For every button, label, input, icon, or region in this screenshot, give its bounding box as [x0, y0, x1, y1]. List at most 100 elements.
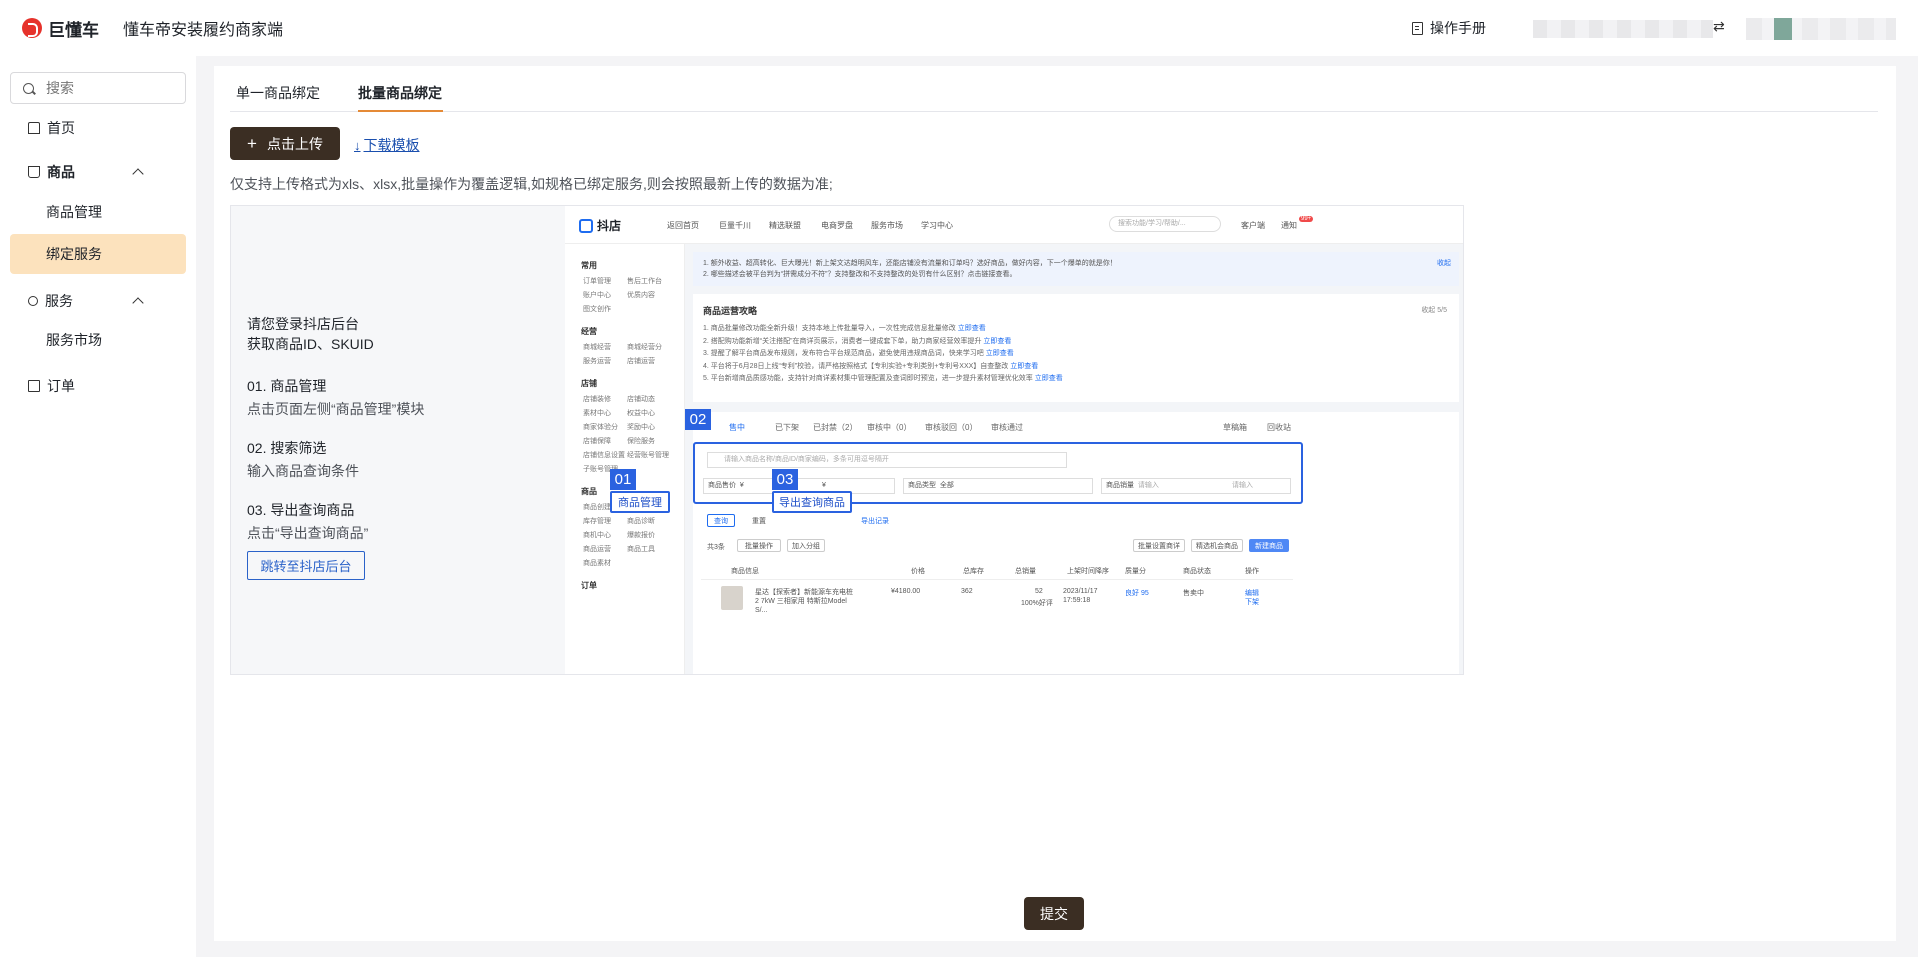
shot-panel-line: 1. 商品批量修改功能全新升级！支持本地上传批量导入，一次性完成信息批量修改 立…	[703, 323, 1449, 336]
shot-th: 操作	[1245, 568, 1259, 575]
shot-group-button: 加入分组	[787, 539, 825, 552]
sidebar-item-orders[interactable]: 订单	[28, 374, 75, 398]
swap-icon[interactable]: ⇄	[1713, 18, 1725, 35]
doudian-screenshot: 抖店 返回首页 巨量千川 精选联盟 电商罗盘 服务市场 学习中心 搜索功能/学习…	[565, 206, 1463, 674]
download-icon: ↓	[354, 137, 361, 153]
shot-filter: 商品类型 全部	[903, 478, 1093, 494]
main-content: 单一商品绑定 批量商品绑定 + 点击上传 ↓ 下载模板 仅支持上传格式为xls、…	[214, 66, 1896, 886]
shot-filter-value: ¥	[739, 482, 744, 489]
cart-icon	[28, 166, 40, 178]
shot-side-group: 常用	[581, 261, 597, 270]
user-account-blurred[interactable]	[1746, 18, 1896, 40]
shot-td: 52	[1035, 588, 1043, 595]
avatar[interactable]	[1774, 18, 1792, 40]
sidebar-item-product-management[interactable]: 商品管理	[10, 192, 186, 232]
shot-side-link: 商城经营分	[627, 344, 662, 351]
guide-image: 请您登录抖店后台 获取商品ID、SKUID 01. 商品管理 点击页面左侧“商品…	[230, 205, 1464, 675]
shot-side-link: 经营账号管理	[627, 452, 669, 459]
shot-panel-line-text: 1. 商品批量修改功能全新升级！支持本地上传批量导入，一次性完成信息批量修改	[703, 325, 956, 332]
sidebar-item-products[interactable]: 商品	[28, 160, 75, 184]
shot-nav-item: 精选联盟	[769, 221, 801, 230]
shot-filter-value: 全部	[939, 482, 954, 489]
submit-button[interactable]: 提交	[1024, 897, 1084, 930]
shot-bulk-button: 批量操作	[737, 539, 781, 552]
shot-panel-line-text: 3. 提醒了解平台商品发布规则，发布符合平台规范商品，避免使用违规商品词，快来学…	[703, 350, 984, 357]
shot-list-tab: 审核通过	[991, 423, 1023, 432]
sidebar-item-label: 商品管理	[46, 204, 102, 220]
shot-side-link: 商家体验分	[583, 424, 618, 431]
app-title: 懂车帝安装履约商家端	[123, 22, 284, 39]
shot-side-link: 商品工具	[627, 546, 655, 553]
shot-side-link: 店铺动态	[627, 396, 655, 403]
shot-side-link: 素材中心	[583, 410, 611, 417]
tab-single-binding[interactable]: 单一商品绑定	[236, 83, 320, 103]
shot-list-tab: 已封禁（2）	[813, 423, 858, 432]
chevron-up-icon[interactable]	[132, 297, 144, 309]
shot-th: 总销量	[1015, 568, 1036, 575]
shot-filter-label: 商品销量	[1106, 482, 1134, 489]
store-selector-blurred[interactable]	[1533, 20, 1713, 38]
product-thumbnail	[721, 586, 743, 610]
logo[interactable]: 巨懂车	[22, 16, 99, 41]
home-icon	[28, 122, 40, 134]
sidebar-item-service-market[interactable]: 服务市场	[10, 320, 186, 360]
guide-intro-line: 请您登录抖店后台	[247, 316, 359, 332]
shot-filter-value: 请输入	[1137, 482, 1159, 489]
shot-nav-item: 巨量千川	[719, 221, 751, 230]
upload-button[interactable]: + 点击上传	[230, 127, 340, 160]
guide-intro-line: 获取商品ID、SKUID	[247, 336, 374, 352]
sidebar-search[interactable]	[10, 72, 186, 104]
shot-new-product-button: 新建商品	[1249, 539, 1289, 552]
shot-filter-label: 商品类型	[908, 482, 936, 489]
shot-right-button: 批量设置商详	[1133, 539, 1185, 552]
tab-batch-binding[interactable]: 批量商品绑定	[358, 83, 442, 103]
step-desc: 点击页面左侧“商品管理”模块	[247, 401, 425, 417]
shot-side-link: 商机中心	[583, 532, 611, 539]
shot-right-button: 精选机会商品	[1191, 539, 1243, 552]
download-template-link[interactable]: ↓ 下载模板	[354, 135, 420, 155]
active-tab-indicator	[358, 110, 443, 112]
shot-side-link: 店铺信息设置	[583, 452, 625, 459]
search-icon	[23, 82, 34, 94]
doudian-logo-icon	[579, 218, 593, 233]
sidebar-item-label: 首页	[47, 120, 75, 136]
shot-side-link: 爆款报价	[627, 532, 655, 539]
shot-side-link: 店铺装修	[583, 396, 611, 403]
shot-th: 商品信息	[731, 568, 759, 575]
shot-panel-line: 4. 平台将于6月28日上线“专利”校验，请严格按照格式【专利实验+专利类别+专…	[703, 361, 1449, 374]
shot-panel-title: 商品运营攻略	[703, 306, 758, 316]
shot-side-link: 店铺运营	[627, 358, 655, 365]
sidebar-item-services[interactable]: 服务	[28, 289, 73, 313]
sidebar-item-bind-service[interactable]: 绑定服务	[10, 234, 186, 274]
manual-label: 操作手册	[1430, 20, 1486, 36]
jump-to-doudian-button[interactable]: 跳转至抖店后台	[247, 551, 365, 580]
shot-product-list: 售中 已下架 已封禁（2） 审核中（0） 审核驳回（0） 审核通过 草稿箱 回收…	[693, 412, 1459, 674]
sidebar-item-label: 商品	[47, 164, 75, 180]
shot-side-link: 售后工作台	[627, 278, 662, 285]
shot-td: 2023/11/17	[1063, 588, 1098, 595]
shot-filter: 商品销量 请输入 请输入	[1101, 478, 1291, 494]
sidebar-item-label: 服务市场	[46, 332, 102, 348]
sidebar-item-home[interactable]: 首页	[28, 116, 75, 140]
search-input[interactable]	[46, 80, 156, 96]
shot-side-link: 服务运营	[583, 358, 611, 365]
logo-text: 巨懂车	[48, 20, 99, 40]
upload-note: 仅支持上传格式为xls、xlsx,批量操作为覆盖逻辑,如规格已绑定服务,则会按照…	[230, 176, 833, 192]
chevron-up-icon[interactable]	[132, 168, 144, 180]
shot-side-group: 商品	[581, 487, 597, 496]
manual-link[interactable]: 操作手册	[1412, 18, 1486, 38]
shot-topbar: 抖店 返回首页 巨量千川 精选联盟 电商罗盘 服务市场 学习中心 搜索功能/学习…	[565, 206, 1463, 244]
sidebar-item-label: 服务	[45, 293, 73, 309]
shot-panel-line-text: 5. 平台新增商品质感功能，支持针对商详素材集中管理配置及查词即时预览，进一步提…	[703, 375, 1033, 382]
shot-side-link: 订单管理	[583, 278, 611, 285]
shot-side-link: 权益中心	[627, 410, 655, 417]
shot-th: 价格	[911, 568, 925, 575]
shot-th: 总库存	[963, 568, 984, 575]
step1-badge: 01	[610, 469, 636, 490]
upload-label: 点击上传	[266, 135, 323, 152]
step1-callout: 商品管理	[610, 491, 670, 513]
top-header: 巨懂车 懂车帝安装履约商家端 操作手册 ⇄	[0, 0, 1918, 56]
shot-td: 100%好评	[1021, 600, 1053, 607]
shot-list-tab: 已下架	[775, 423, 799, 432]
shot-side-link: 商城经营	[583, 344, 611, 351]
